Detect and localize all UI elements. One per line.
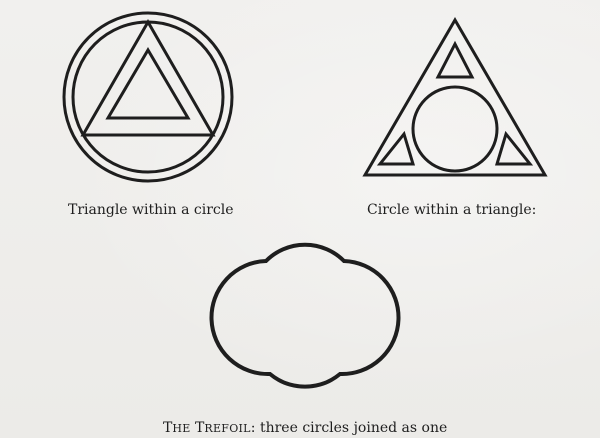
trefoil-description: : three circles joined as one xyxy=(250,420,448,436)
inner-circle xyxy=(71,20,225,174)
outer-circle xyxy=(62,11,234,183)
circle-within-triangle-symbol xyxy=(362,17,548,177)
top-corner-triangle xyxy=(435,40,475,79)
inner-triangle xyxy=(105,47,191,120)
trefoil-outline xyxy=(209,242,401,389)
symbols-illustration xyxy=(62,11,548,389)
trefoil-caption: THE TREFOIL: three circles joined as one xyxy=(163,420,447,437)
triangle-within-circle-caption: Triangle within a circle xyxy=(68,202,234,218)
trefoil-title: THE TREFOIL xyxy=(163,420,251,436)
triangle-within-circle-symbol xyxy=(62,11,234,183)
trefoil-symbol xyxy=(209,242,401,389)
central-circle xyxy=(411,85,499,173)
circle-within-triangle-caption: Circle within a triangle: xyxy=(367,202,537,218)
